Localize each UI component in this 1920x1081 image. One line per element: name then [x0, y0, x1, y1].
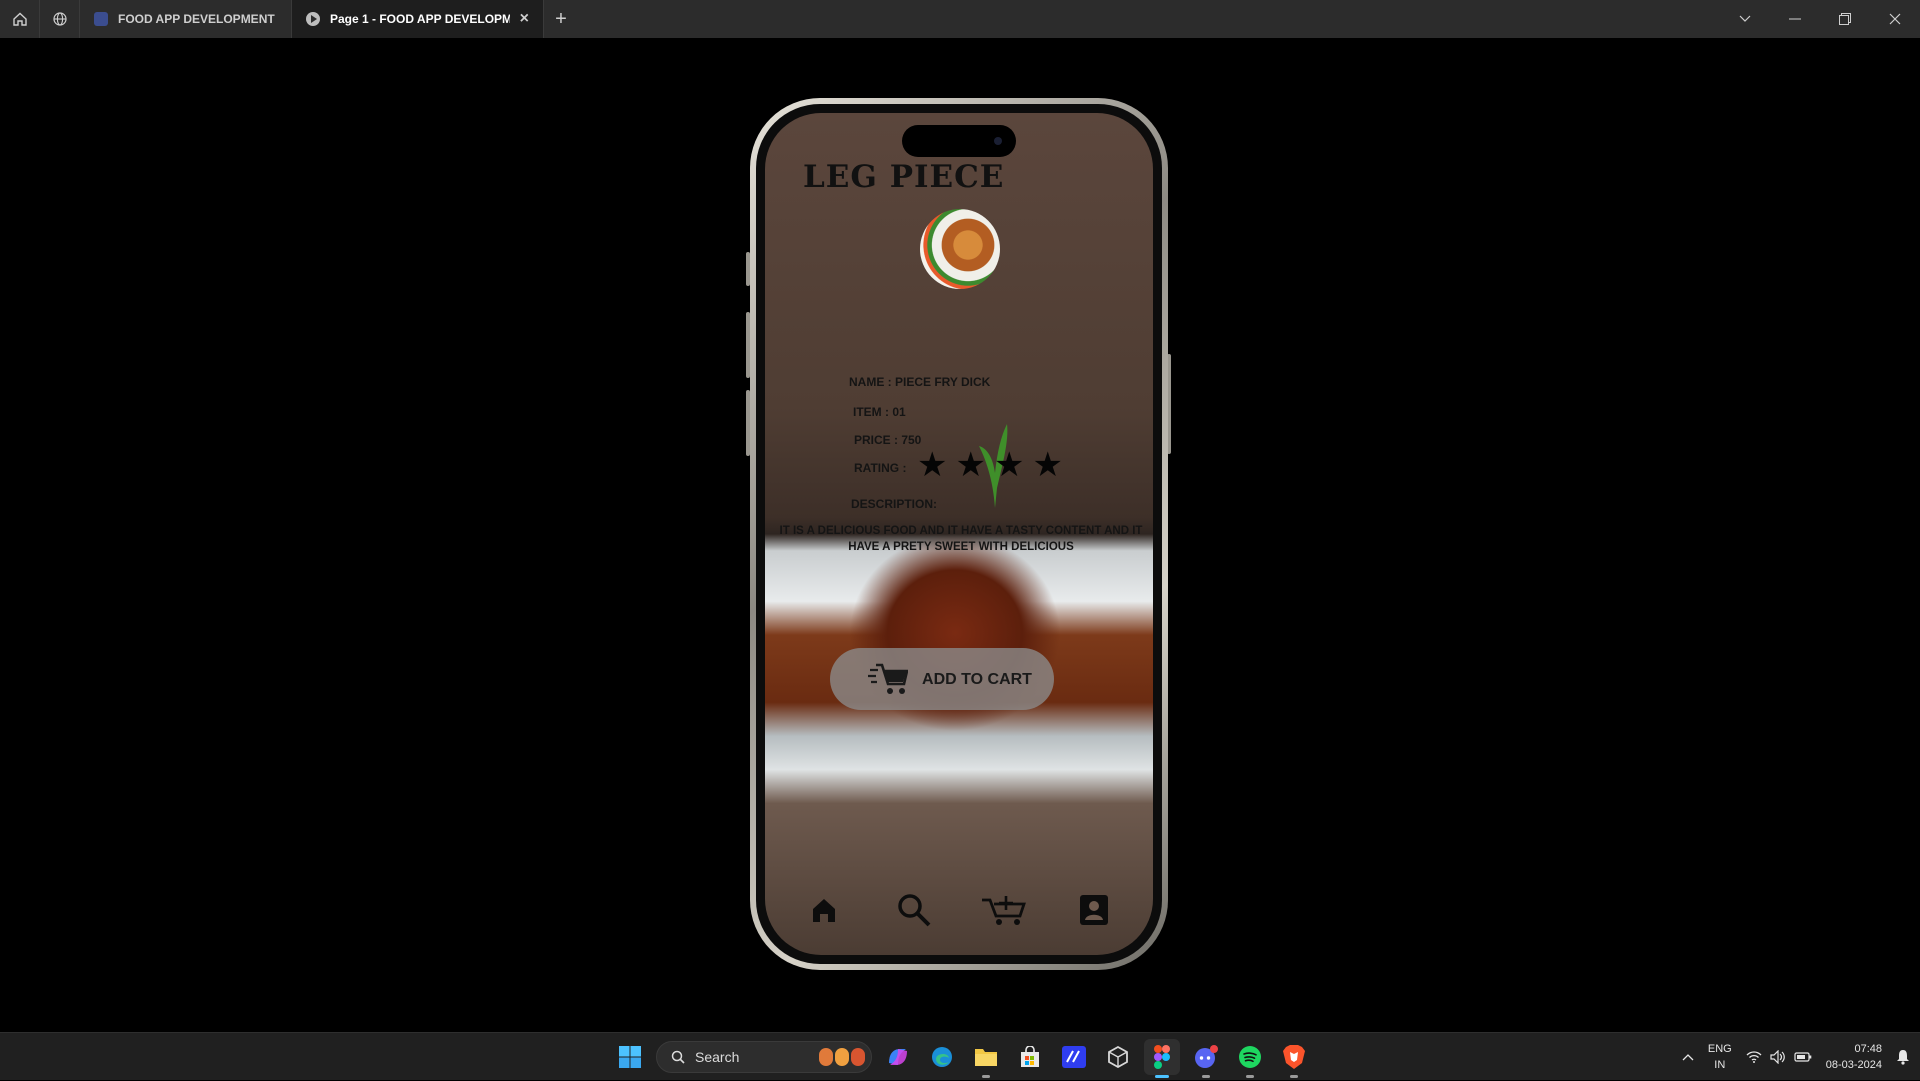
volume-icon: [1770, 1050, 1785, 1064]
close-icon: [1889, 13, 1901, 25]
food-detail-screen: LEG PIECE NAME : PIECE FRY DICK ITEM : 0…: [765, 113, 1153, 955]
fast-cart-icon: [868, 663, 908, 694]
code-editor-icon: [1062, 1046, 1086, 1068]
figma-icon: [1154, 1045, 1170, 1069]
description-text: IT IS A DELICIOUS FOOD AND IT HAVE A TAS…: [779, 525, 1143, 553]
star-icon: ★: [917, 446, 948, 484]
brave-app[interactable]: [1276, 1039, 1312, 1078]
clock[interactable]: 07:48 08-03-2024: [1826, 1041, 1882, 1073]
search-label: Search: [695, 1049, 740, 1065]
start-button[interactable]: [612, 1039, 648, 1075]
star-icon: ★: [993, 446, 1025, 484]
bottom-navigation: [765, 887, 1153, 933]
minimize-icon: [1789, 18, 1801, 20]
unity-app[interactable]: [1100, 1039, 1136, 1075]
close-tab-icon[interactable]: ×: [520, 10, 529, 28]
food-thumbnail: [920, 209, 1000, 289]
time-text: 07:48: [1854, 1043, 1882, 1055]
system-tray: ENG IN 07:48 08-03-2024: [1682, 1033, 1910, 1081]
chevron-down-icon: [1739, 15, 1751, 22]
discord-app[interactable]: [1188, 1039, 1224, 1078]
tab-label: FOOD APP DEVELOPMENT: [118, 12, 275, 26]
unity-icon: [1108, 1046, 1128, 1068]
product-name: NAME : PIECE FRY DICK: [849, 375, 991, 389]
store-app[interactable]: [1012, 1039, 1048, 1075]
edge-app[interactable]: [924, 1039, 960, 1075]
copilot-app[interactable]: [880, 1039, 916, 1075]
prototype-canvas: LEG PIECE NAME : PIECE FRY DICK ITEM : 0…: [0, 38, 1920, 1032]
restore-icon: [1839, 13, 1851, 25]
nav-profile-button[interactable]: [1071, 887, 1117, 933]
date-text: 08-03-2024: [1825, 1059, 1882, 1071]
add-to-cart-button[interactable]: ADD TO CART: [830, 648, 1054, 710]
phone-frame: LEG PIECE NAME : PIECE FRY DICK ITEM : 0…: [750, 98, 1168, 970]
brave-icon: [1283, 1045, 1305, 1069]
product-item: ITEM : 01: [853, 405, 906, 419]
spotify-app[interactable]: [1232, 1039, 1268, 1078]
taskbar-search[interactable]: Search: [656, 1041, 872, 1073]
description-label: DESCRIPTION:: [851, 497, 938, 511]
star-icon: ★: [1032, 446, 1063, 484]
spotify-icon: [1239, 1046, 1261, 1068]
windows-logo-icon: [619, 1046, 641, 1068]
vscode-app[interactable]: [1056, 1039, 1092, 1075]
nav-search-button[interactable]: [891, 887, 937, 933]
tab-label: Page 1 - FOOD APP DEVELOPMEN: [330, 12, 510, 26]
globe-icon: [52, 12, 67, 26]
store-icon: [1021, 1046, 1039, 1067]
nav-home-button[interactable]: [801, 887, 847, 933]
figma-file-icon: [94, 12, 108, 26]
search-icon: [671, 1050, 685, 1064]
browser-titlebar: FOOD APP DEVELOPMENT Page 1 - FOOD APP D…: [0, 0, 1920, 38]
page-title: LEG PIECE: [803, 159, 1005, 195]
language-text: ENG: [1707, 1043, 1732, 1055]
product-price: PRICE : 750: [854, 433, 922, 447]
minimize-button[interactable]: [1770, 0, 1820, 38]
dynamic-island: [902, 125, 1016, 157]
file-explorer-app[interactable]: [968, 1039, 1004, 1078]
folder-icon: [975, 1049, 997, 1066]
profile-icon: [1080, 895, 1108, 925]
rating-stars: ★ ★ ★ ★: [917, 446, 1063, 484]
region-text: IN: [1714, 1059, 1726, 1071]
play-icon: [306, 12, 320, 26]
rating-label: RATING :: [854, 461, 907, 475]
star-icon: ★: [955, 446, 986, 484]
window-controls: [1720, 0, 1920, 38]
search-highlight-icon: [819, 1048, 865, 1066]
wifi-icon: [1746, 1051, 1762, 1063]
chevron-up-icon[interactable]: [1682, 1053, 1694, 1061]
windows-taskbar: Search ENG IN 07:48 08-03-2024: [0, 1032, 1920, 1080]
tab-prototype[interactable]: Page 1 - FOOD APP DEVELOPMEN ×: [292, 0, 544, 38]
tab-file[interactable]: FOOD APP DEVELOPMENT: [80, 0, 292, 38]
search-icon: [898, 894, 931, 927]
quick-settings[interactable]: [1746, 1050, 1812, 1064]
tab-list-button[interactable]: [1720, 0, 1770, 38]
new-tab-button[interactable]: +: [544, 0, 578, 38]
battery-icon: [1794, 1052, 1812, 1062]
discord-icon: [1195, 1045, 1218, 1068]
community-button[interactable]: [40, 0, 80, 38]
copilot-icon: [889, 1049, 907, 1065]
notification-bell-icon[interactable]: [1896, 1049, 1910, 1065]
restore-button[interactable]: [1820, 0, 1870, 38]
edge-icon: [932, 1047, 952, 1067]
nav-cart-button[interactable]: [981, 887, 1027, 933]
home-tab-button[interactable]: [0, 0, 40, 38]
close-button[interactable]: [1870, 0, 1920, 38]
cart-icon: [982, 896, 1026, 925]
home-icon: [813, 899, 835, 922]
add-to-cart-label: ADD TO CART: [922, 670, 1032, 688]
figma-app[interactable]: [1144, 1039, 1180, 1078]
language-indicator[interactable]: ENG IN: [1708, 1041, 1732, 1073]
home-icon: [12, 12, 27, 26]
